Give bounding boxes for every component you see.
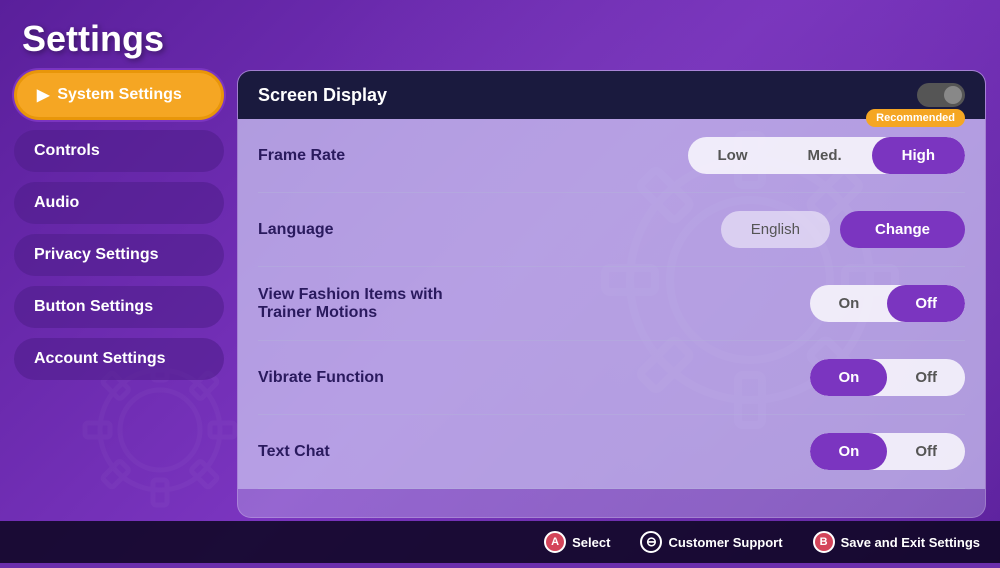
page-title: Settings [22, 18, 164, 60]
text-chat-row: Text Chat On Off [258, 415, 965, 489]
sidebar-item-privacy-settings[interactable]: Privacy Settings [14, 234, 224, 276]
language-label: Language [258, 221, 334, 239]
text-chat-off[interactable]: Off [887, 433, 965, 470]
select-label: Select [572, 535, 610, 550]
sidebar: ▶ System Settings Controls Audio Privacy… [14, 70, 224, 380]
save-exit-label: Save and Exit Settings [841, 535, 980, 550]
bottom-action-save-exit: B Save and Exit Settings [813, 531, 980, 553]
language-control: English Change [721, 211, 965, 248]
section-toggle[interactable] [917, 83, 965, 107]
sidebar-item-account-settings[interactable]: Account Settings [14, 338, 224, 380]
fashion-items-label: View Fashion Items withTrainer Motions [258, 286, 443, 322]
sidebar-item-controls[interactable]: Controls [14, 130, 224, 172]
language-change-button[interactable]: Change [840, 211, 965, 248]
frame-rate-low[interactable]: Low [688, 137, 778, 174]
frame-rate-row: Frame Rate Recommended Low Med. High [258, 119, 965, 193]
recommended-badge: Recommended [866, 109, 965, 127]
sidebar-item-audio[interactable]: Audio [14, 182, 224, 224]
language-value: English [721, 211, 830, 248]
sidebar-item-button-settings[interactable]: Button Settings [14, 286, 224, 328]
sidebar-label-account-settings: Account Settings [34, 350, 166, 368]
sidebar-item-system-settings[interactable]: ▶ System Settings [14, 70, 224, 120]
fashion-items-toggle: On Off [810, 285, 965, 322]
frame-rate-med[interactable]: Med. [778, 137, 872, 174]
bottom-action-select: A Select [544, 531, 610, 553]
vibrate-off[interactable]: Off [887, 359, 965, 396]
sidebar-label-privacy-settings: Privacy Settings [34, 246, 159, 264]
frame-rate-label: Frame Rate [258, 147, 345, 165]
sidebar-label-system-settings: System Settings [57, 86, 181, 104]
sidebar-label-button-settings: Button Settings [34, 298, 153, 316]
language-row: Language English Change [258, 193, 965, 267]
main-panel: Screen Display Frame Rate Recommended Lo… [237, 70, 986, 518]
fashion-items-row: View Fashion Items withTrainer Motions O… [258, 267, 965, 341]
vibrate-toggle: On Off [810, 359, 965, 396]
customer-support-label: Customer Support [668, 535, 782, 550]
active-arrow-icon: ▶ [37, 85, 49, 105]
frame-rate-control: Recommended Low Med. High [688, 137, 966, 174]
bottom-bar: A Select ⊖ Customer Support B Save and E… [0, 521, 1000, 563]
bottom-action-customer-support: ⊖ Customer Support [640, 531, 782, 553]
frame-rate-toggle-group: Low Med. High [688, 137, 966, 174]
vibrate-label: Vibrate Function [258, 369, 384, 387]
b-button-icon: B [813, 531, 835, 553]
fashion-items-off[interactable]: Off [887, 285, 965, 322]
text-chat-on[interactable]: On [810, 433, 887, 470]
section-title: Screen Display [258, 85, 387, 106]
fashion-items-on[interactable]: On [810, 285, 887, 322]
sidebar-label-audio: Audio [34, 194, 79, 212]
text-chat-toggle: On Off [810, 433, 965, 470]
minus-button-icon: ⊖ [640, 531, 662, 553]
sidebar-label-controls: Controls [34, 142, 100, 160]
settings-content: Frame Rate Recommended Low Med. High Lan… [238, 119, 985, 489]
text-chat-label: Text Chat [258, 443, 330, 461]
vibrate-on[interactable]: On [810, 359, 887, 396]
frame-rate-high[interactable]: High [872, 137, 965, 174]
vibrate-row: Vibrate Function On Off [258, 341, 965, 415]
a-button-icon: A [544, 531, 566, 553]
